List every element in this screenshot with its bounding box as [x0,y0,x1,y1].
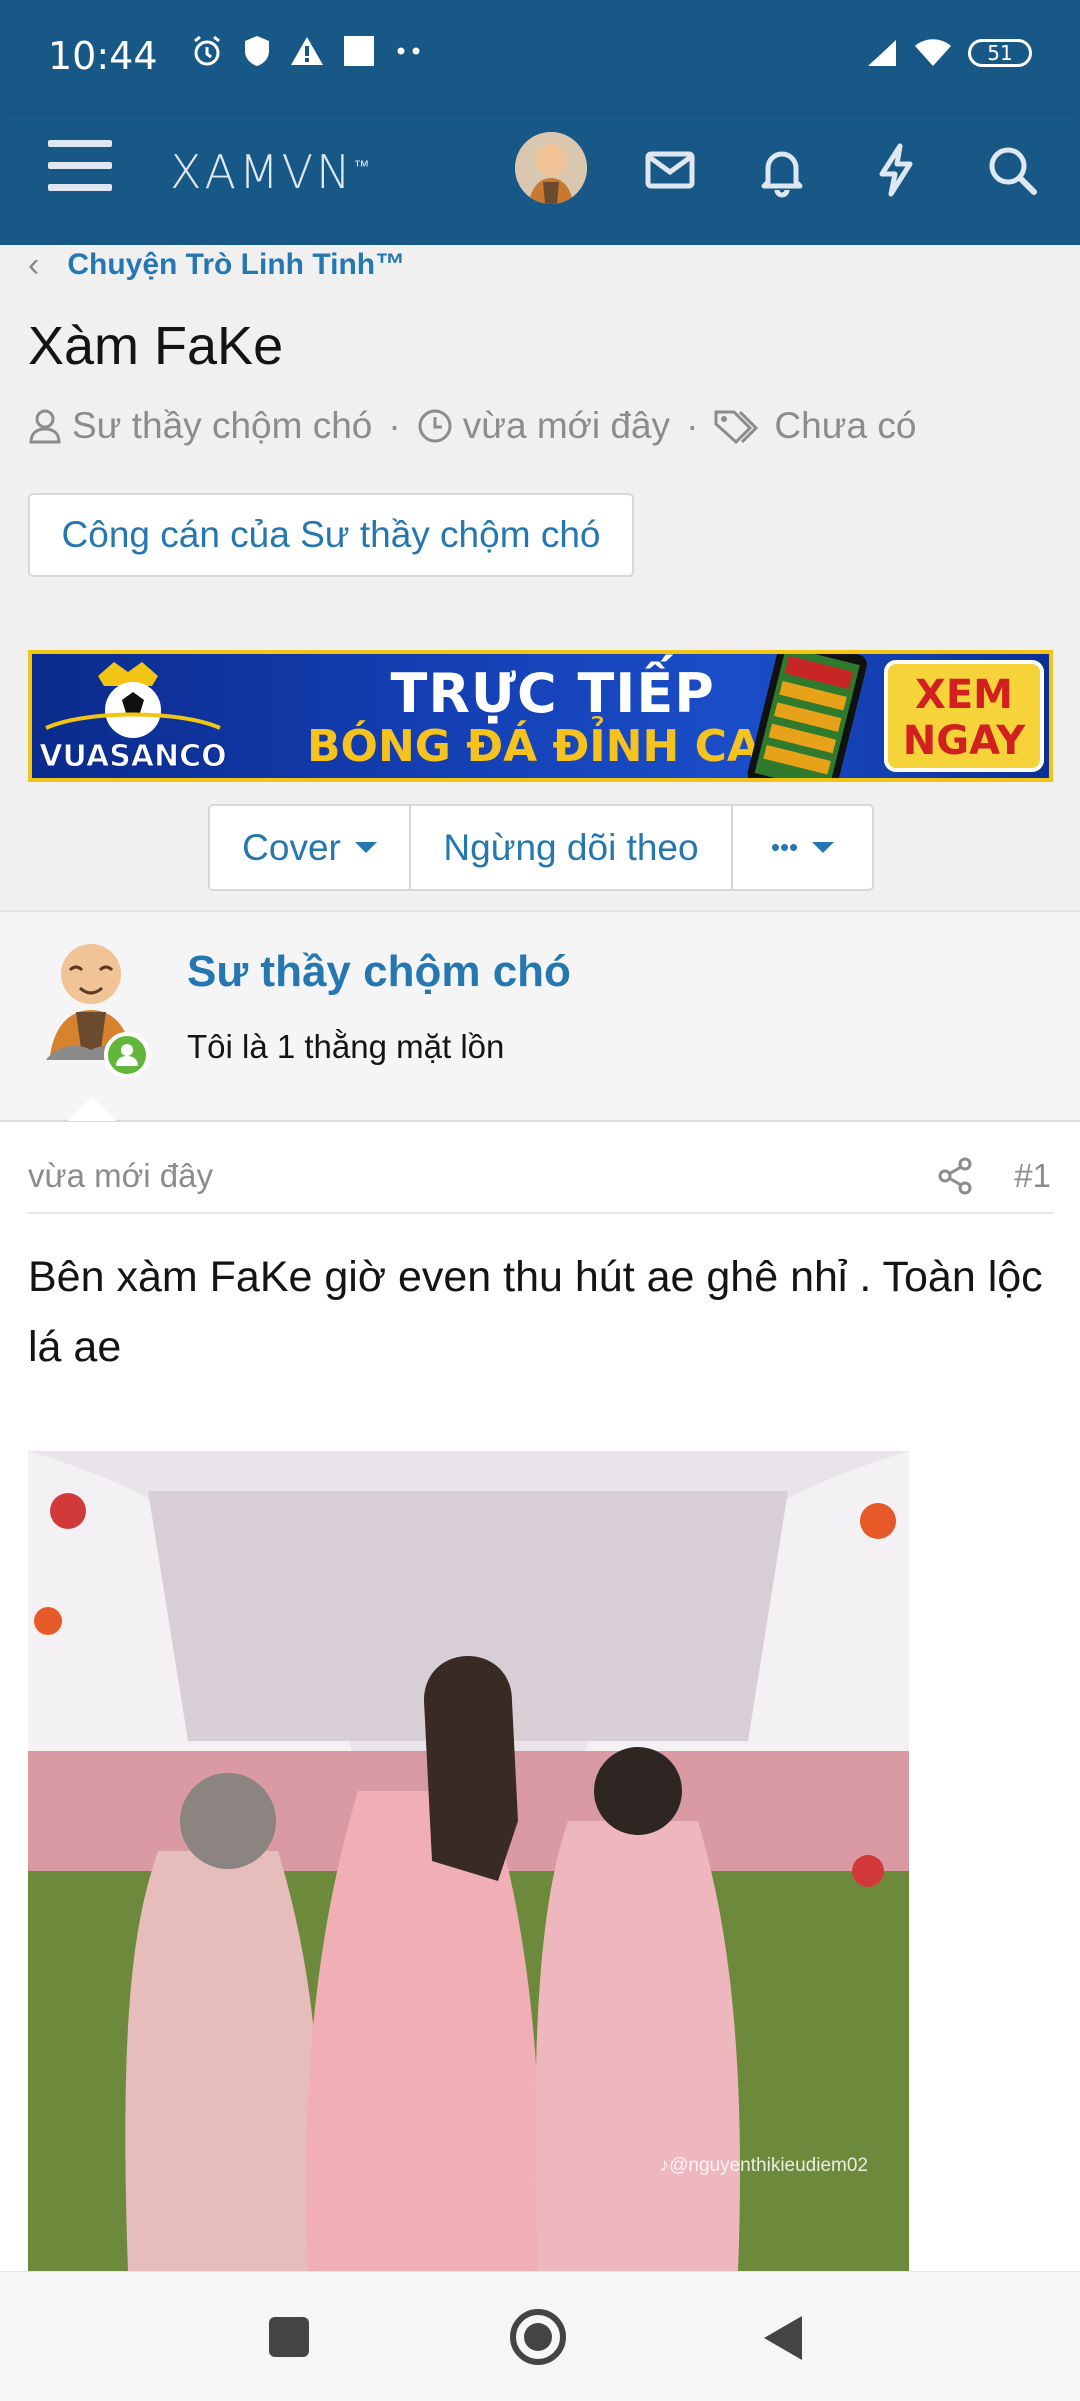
post-body: Bên xàm FaKe giờ even thu hút ae ghê nhỉ… [28,1253,1043,1371]
site-logo[interactable]: XAMVN™ [170,145,373,199]
author-posts-button[interactable]: Công cán của Sư thầy chộm chó [28,493,634,577]
square-icon [344,36,374,66]
status-time: 10:44 [48,34,158,78]
meta-separator: · [388,405,401,446]
post-number[interactable]: #1 [1014,1157,1051,1195]
status-icons-left [190,34,424,68]
ad-banner[interactable]: VUASANCO TRỰC TIẾP BÓNG ĐÁ ĐỈNH CAO XEM … [28,650,1053,782]
status-icons-right: 51 [866,38,1032,68]
ball-logo-icon: VUASANCO [39,662,227,775]
post-author-name[interactable]: Sư thầy chộm chó [187,947,571,997]
caret-down-icon [812,842,835,853]
signal-icon [868,40,896,66]
image-credit: ♪@nguyenthikieudiem02 [660,2155,868,2176]
shield-icon [245,36,269,66]
menu-icon[interactable] [48,140,112,200]
thread-meta: Sư thầy chộm chó · vừa mới đây · Chưa có [28,405,916,447]
clock-icon [418,409,452,443]
caret-down-icon [354,842,377,853]
recents-icon[interactable] [268,2316,310,2358]
post-time[interactable]: vừa mới đây [28,1157,213,1195]
unwatch-button[interactable]: Ngừng dõi theo [411,806,733,889]
post-author-title: Tôi là 1 thằng mặt lồn [187,1028,505,1065]
chevron-left-icon[interactable]: ‹ [28,246,39,285]
home-icon[interactable] [508,2307,568,2367]
breadcrumb[interactable]: ‹ Chuyện Trò Linh Tinh™ [28,245,405,285]
battery-icon: 51 [968,39,1032,67]
search-icon[interactable] [982,140,1042,200]
lightning-icon[interactable] [866,140,926,200]
status-bar: 10:44 51 [0,0,1080,115]
bell-icon[interactable] [752,140,812,200]
more-menu-button[interactable]: ••• [733,806,872,889]
post-author-block: Sư thầy chộm chó Tôi là 1 thằng mặt lồn [0,910,1080,1122]
more-dots: ••• [770,832,799,862]
cover-button[interactable]: Cover [210,806,411,889]
user-icon [29,409,61,444]
share-icon[interactable] [935,1156,975,1196]
post-image[interactable]: ♪@nguyenthikieudiem02 [28,1451,909,2271]
breadcrumb-link[interactable]: Chuyện Trò Linh Tinh™ [67,248,405,282]
ad-headline: TRỰC TIẾP BÓNG ĐÁ ĐỈNH CAO [307,666,798,772]
page-title: Xàm FaKe [28,316,284,376]
ad-cta-button[interactable]: XEM NGAY [884,660,1044,772]
thread-author[interactable]: Sư thầy chộm chó [72,405,372,447]
tag-icon [714,410,759,444]
ad-line2: BÓNG ĐÁ ĐỈNH CAO [307,721,799,772]
online-status-icon [104,1032,150,1078]
thread-tags: Chưa có [774,405,917,446]
author-pointer [68,1097,116,1121]
meta-separator: · [686,405,699,446]
mail-icon[interactable] [640,140,700,200]
ad-line1: TRỰC TIẾP [390,662,715,725]
more-dots-icon [397,47,420,55]
phone-image-icon [747,654,867,778]
post-meta: vừa mới đây #1 [28,1152,1053,1214]
alarm-icon [194,35,220,66]
system-nav-bar [0,2271,1080,2401]
ad-brand: VUASANCO [39,739,226,774]
user-avatar[interactable] [515,132,587,204]
thread-time[interactable]: vừa mới đây [463,405,670,447]
back-icon[interactable] [760,2314,806,2362]
warning-icon [291,37,323,65]
wifi-icon [915,39,951,66]
thread-actions: Cover Ngừng dõi theo ••• [208,804,874,891]
app-header: XAMVN™ [0,115,1080,245]
